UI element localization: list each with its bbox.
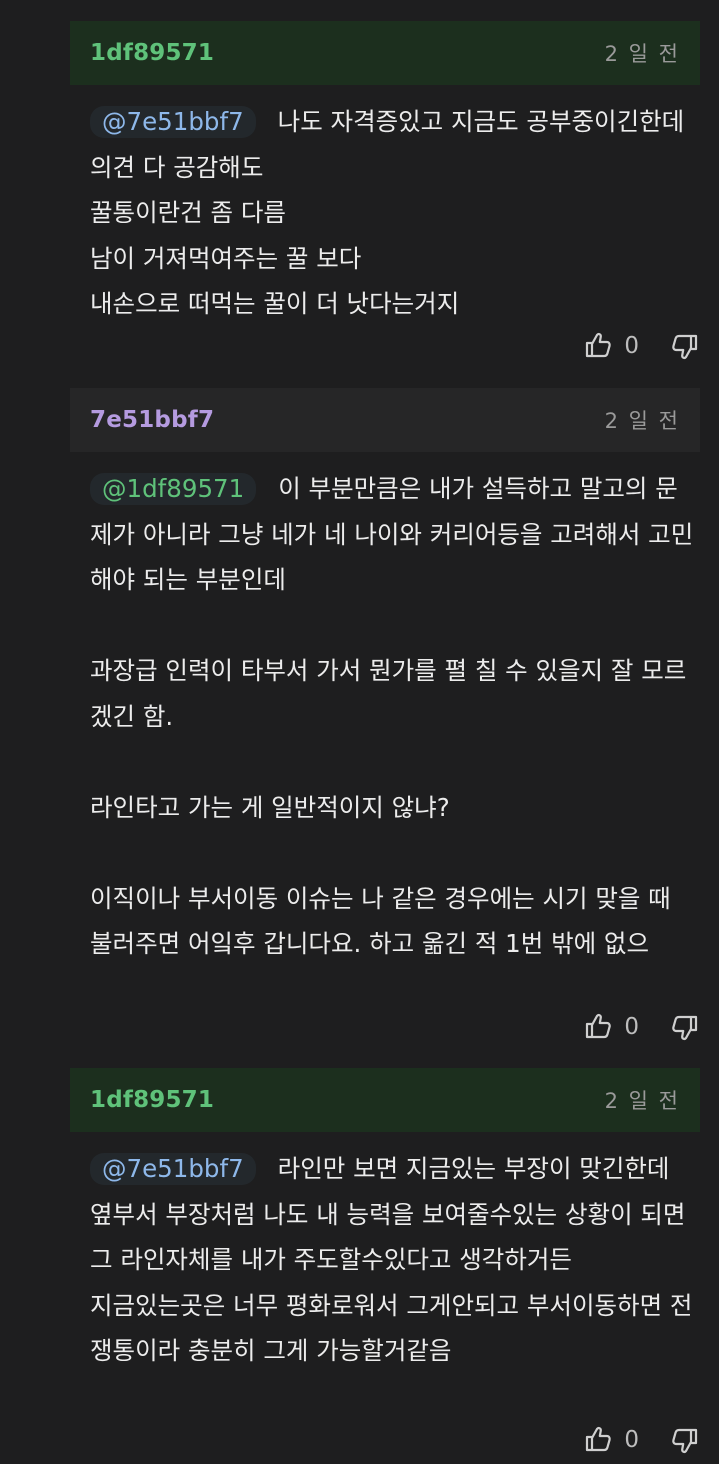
comment-header: 1df89571 2 일 전 [70,21,700,85]
comment-author[interactable]: 7e51bbf7 [90,407,214,433]
comment-time: 2 일 전 [604,409,680,433]
comment-body: @7e51bbf7 나도 자격증있고 지금도 공부중이긴한데의견 다 공감해도 꿀… [70,85,700,327]
like-count: 0 [624,1014,639,1040]
comment-author[interactable]: 1df89571 [90,1087,214,1113]
comment-actions: 0 [584,1012,699,1042]
thumbs-down-icon[interactable] [669,331,699,361]
comment-body: @1df89571 이 부분만큼은 내가 설득하고 말고의 문제가 아니라 그냥 … [70,452,700,967]
comment-time: 2 일 전 [604,1089,680,1113]
like-count: 0 [624,333,639,359]
comment: 1df89571 2 일 전 @7e51bbf7 나도 자격증있고 지금도 공부중… [70,21,700,327]
comment-time: 2 일 전 [604,42,680,66]
like-count: 0 [624,1427,639,1453]
thumbs-down-icon[interactable] [669,1425,699,1455]
comment: 7e51bbf7 2 일 전 @1df89571 이 부분만큼은 내가 설득하고 … [70,388,700,967]
comment-text: 이 부분만큼은 내가 설득하고 말고의 문제가 아니라 그냥 네가 네 나이와 … [90,474,694,958]
comment-body: @7e51bbf7 라인만 보면 지금있는 부장이 맞긴한데 옆부서 부장처럼 나… [70,1132,700,1374]
comment-text: 라인만 보면 지금있는 부장이 맞긴한데 옆부서 부장처럼 나도 내 능력을 보… [90,1154,693,1365]
comment-author[interactable]: 1df89571 [90,40,214,66]
mention-tag[interactable]: @7e51bbf7 [90,1153,256,1185]
comment-header: 7e51bbf7 2 일 전 [70,388,700,452]
comment-text: 나도 자격증있고 지금도 공부중이긴한데의견 다 공감해도 꿀통이란건 좀 다름… [90,107,685,318]
mention-tag[interactable]: @1df89571 [90,473,257,505]
comment-header: 1df89571 2 일 전 [70,1068,700,1132]
comment-actions: 0 [584,331,699,361]
comment: 1df89571 2 일 전 @7e51bbf7 라인만 보면 지금있는 부장이 … [70,1068,700,1374]
thumbs-down-icon[interactable] [669,1012,699,1042]
comment-actions: 0 [584,1425,699,1455]
thumbs-up-icon[interactable] [584,1425,614,1455]
thumbs-up-icon[interactable] [584,1012,614,1042]
thumbs-up-icon[interactable] [584,331,614,361]
mention-tag[interactable]: @7e51bbf7 [90,106,256,138]
